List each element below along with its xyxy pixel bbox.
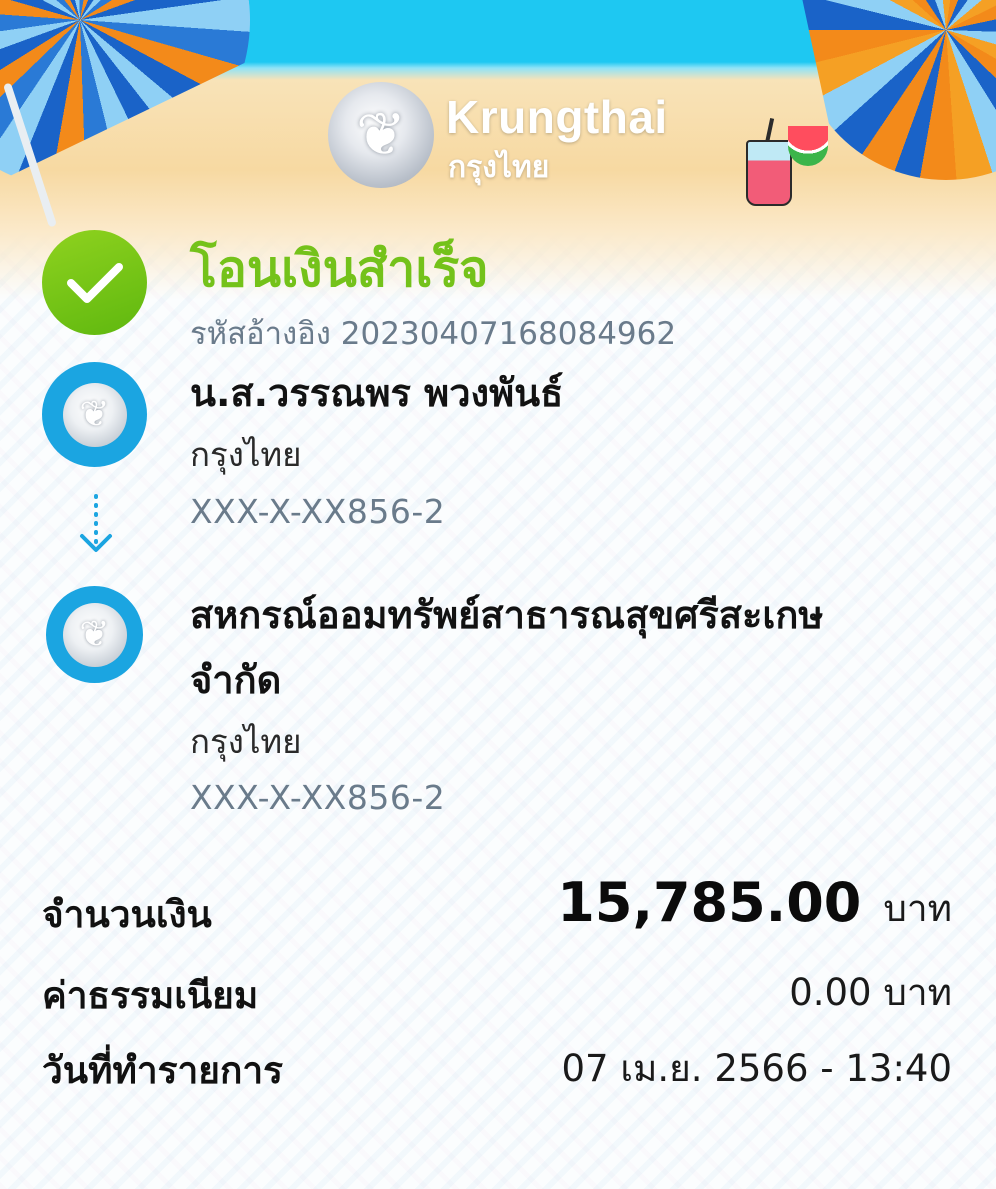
dotted-arrow-down-icon [76, 492, 116, 558]
transfer-slip: ❦ Krungthai กรุงไทย โอนเงินสำเร็จ รหัสอ้… [0, 0, 996, 1189]
sender-name: น.ส.วรรณพร พวงพันธ์ [190, 371, 564, 415]
krungthai-emblem-icon: ❦ [328, 82, 434, 188]
recipient-name-line2: จำกัด [190, 658, 282, 702]
amount-label: จำนวนเงิน [42, 893, 212, 936]
watermelon-illustration [788, 126, 828, 166]
status-title: โอนเงินสำเร็จ [190, 240, 489, 298]
fee-value: 0.00 บาท [789, 971, 952, 1014]
krungthai-emblem-icon: ❦ [62, 382, 127, 447]
krungthai-emblem-icon: ❦ [62, 602, 127, 667]
recipient-bank: กรุงไทย [190, 722, 302, 761]
cup-illustration [746, 140, 792, 206]
amount-row-value: 15,785.00 บาท [557, 876, 952, 934]
reference-row: รหัสอ้างอิง 20230407168084962 [190, 314, 676, 354]
sender-bank-avatar: ❦ [42, 362, 147, 467]
recipient-bank-avatar: ❦ [46, 586, 143, 683]
brand-name-th: กรุงไทย [448, 151, 550, 184]
reference-number: 20230407168084962 [340, 316, 677, 352]
krungthai-logo: ❦ Krungthai กรุงไทย [328, 80, 688, 190]
check-circle-icon [42, 230, 147, 335]
amount-unit: บาท [883, 887, 952, 930]
recipient-name-line1: สหกรณ์ออมทรัพย์สาธารณสุขศรีสะเกษ [190, 593, 824, 637]
date-label: วันที่ทำรายการ [42, 1049, 284, 1092]
recipient-account: XXX-X-XX856-2 [190, 778, 446, 817]
brand-name-en: Krungthai [446, 91, 668, 143]
reference-label: รหัสอ้างอิง [190, 316, 331, 352]
header-banner: ❦ Krungthai กรุงไทย [0, 0, 996, 300]
fee-label: ค่าธรรมเนียม [42, 974, 259, 1017]
amount-value: 15,785.00 [557, 871, 862, 934]
sender-account: XXX-X-XX856-2 [190, 492, 446, 531]
date-value: 07 เม.ย. 2566 - 13:40 [561, 1047, 952, 1090]
sender-bank: กรุงไทย [190, 435, 302, 474]
